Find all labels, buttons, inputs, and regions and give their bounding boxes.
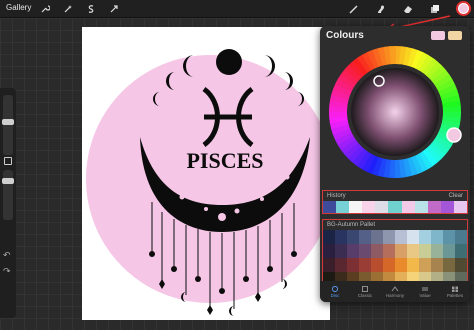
palette-swatch[interactable] [347,258,359,272]
drawing-canvas[interactable]: PISCES [82,27,334,320]
colours-panel: Colours History Clear BG-Autumn Pallet D… [320,26,470,302]
palette-swatch[interactable] [407,230,419,244]
full-moon-icon [216,49,242,75]
palette-swatch[interactable] [419,230,431,244]
palette-swatch[interactable] [455,258,467,272]
wrench-icon[interactable] [38,2,52,16]
palette-swatch[interactable] [443,258,455,272]
magic-wand-icon[interactable] [61,2,75,16]
palette-swatch[interactable] [443,230,455,244]
tab-classic[interactable]: Classic [350,281,380,302]
tab-disc[interactable]: Disc [320,281,350,302]
palette-swatch[interactable] [359,244,371,258]
pisces-artwork: PISCES [86,49,334,316]
palette-swatch[interactable] [347,244,359,258]
history-swatch[interactable] [453,201,468,213]
palette-swatch[interactable] [359,230,371,244]
palette-swatch[interactable] [455,244,467,258]
saturation-disc [351,68,439,156]
palette-swatch[interactable] [323,244,335,258]
redo-icon[interactable]: ↷ [3,266,11,277]
tab-label: Classic [357,292,373,298]
palette-swatch[interactable] [383,230,395,244]
tab-label: Disc [330,292,340,298]
palette-swatch[interactable] [371,244,383,258]
tab-harmony[interactable]: Harmony [380,281,410,302]
hue-ring[interactable] [327,44,463,180]
opacity-thumb[interactable] [2,178,14,184]
selection-icon[interactable] [84,2,98,16]
history-swatches [323,201,468,213]
palette-swatch[interactable] [431,230,443,244]
palette-name: BG-Autumn Pallet [327,222,376,228]
palette-swatch[interactable] [395,258,407,272]
brush-icon[interactable] [347,2,361,16]
palette-swatch[interactable] [455,230,467,244]
palette-swatch[interactable] [431,258,443,272]
square-icon [362,285,368,292]
brush-size-thumb[interactable] [2,119,14,125]
primary-color-swatch[interactable] [431,31,445,40]
palette-swatch[interactable] [431,244,443,258]
history-swatch[interactable] [440,201,454,213]
secondary-color-swatch[interactable] [448,31,462,40]
transform-icon[interactable] [107,2,121,16]
gallery-button[interactable]: Gallery [6,3,31,12]
palette-swatch[interactable] [335,230,347,244]
palette-swatch[interactable] [395,230,407,244]
tab-label: Value [419,292,431,298]
palette-swatch[interactable] [347,230,359,244]
procreate-app: Gallery ↶ ↷ PISCES Colours History Clear… [0,0,474,330]
colours-panel-title: Colours [326,30,364,41]
clear-history-button[interactable]: Clear [449,193,463,199]
palette-swatch[interactable] [395,244,407,258]
palette-row [323,258,467,272]
palette-swatch[interactable] [383,244,395,258]
palette-row [323,244,467,258]
tab-label: Harmony [385,292,405,298]
palette-swatch[interactable] [323,230,335,244]
tab-label: Palettes [446,292,464,298]
tab-value[interactable]: Value [410,281,440,302]
tab-palettes[interactable]: Palettes [440,281,470,302]
palette-swatch[interactable] [419,258,431,272]
disc-icon [331,285,339,292]
history-swatch[interactable] [323,201,337,213]
palette-swatch[interactable] [407,258,419,272]
palette-row [323,230,467,244]
palette-section: BG-Autumn Pallet [322,219,468,287]
palette-swatch[interactable] [383,258,395,272]
harmony-icon [391,285,399,291]
pisces-title: PISCES [186,148,263,173]
history-swatch[interactable] [362,201,376,213]
history-swatch[interactable] [336,201,350,213]
palettes-icon [452,286,458,292]
hue-picker [446,127,462,143]
history-swatch[interactable] [388,201,402,213]
palette-swatch[interactable] [407,244,419,258]
brush-size-slider[interactable] [3,95,13,155]
palette-swatch[interactable] [371,258,383,272]
palette-swatch[interactable] [335,244,347,258]
history-swatch[interactable] [414,201,428,213]
palette-swatch[interactable] [443,244,455,258]
history-swatch[interactable] [349,201,363,213]
history-label: History [327,193,346,199]
modify-square-button[interactable] [4,157,12,165]
color-disc[interactable] [327,44,463,180]
history-swatch[interactable] [375,201,389,213]
palette-swatch[interactable] [323,258,335,272]
palette-grid [323,230,467,286]
history-swatch[interactable] [401,201,415,213]
palette-swatch[interactable] [371,230,383,244]
palette-swatch[interactable] [359,258,371,272]
history-section: History Clear [322,190,468,214]
value-icon [422,287,428,290]
palette-swatch[interactable] [335,258,347,272]
colour-mode-tabs: Disc Classic Harmony Value Palettes [320,281,470,302]
undo-icon[interactable]: ↶ [3,250,11,261]
palette-swatch[interactable] [419,244,431,258]
history-swatch[interactable] [427,201,441,213]
